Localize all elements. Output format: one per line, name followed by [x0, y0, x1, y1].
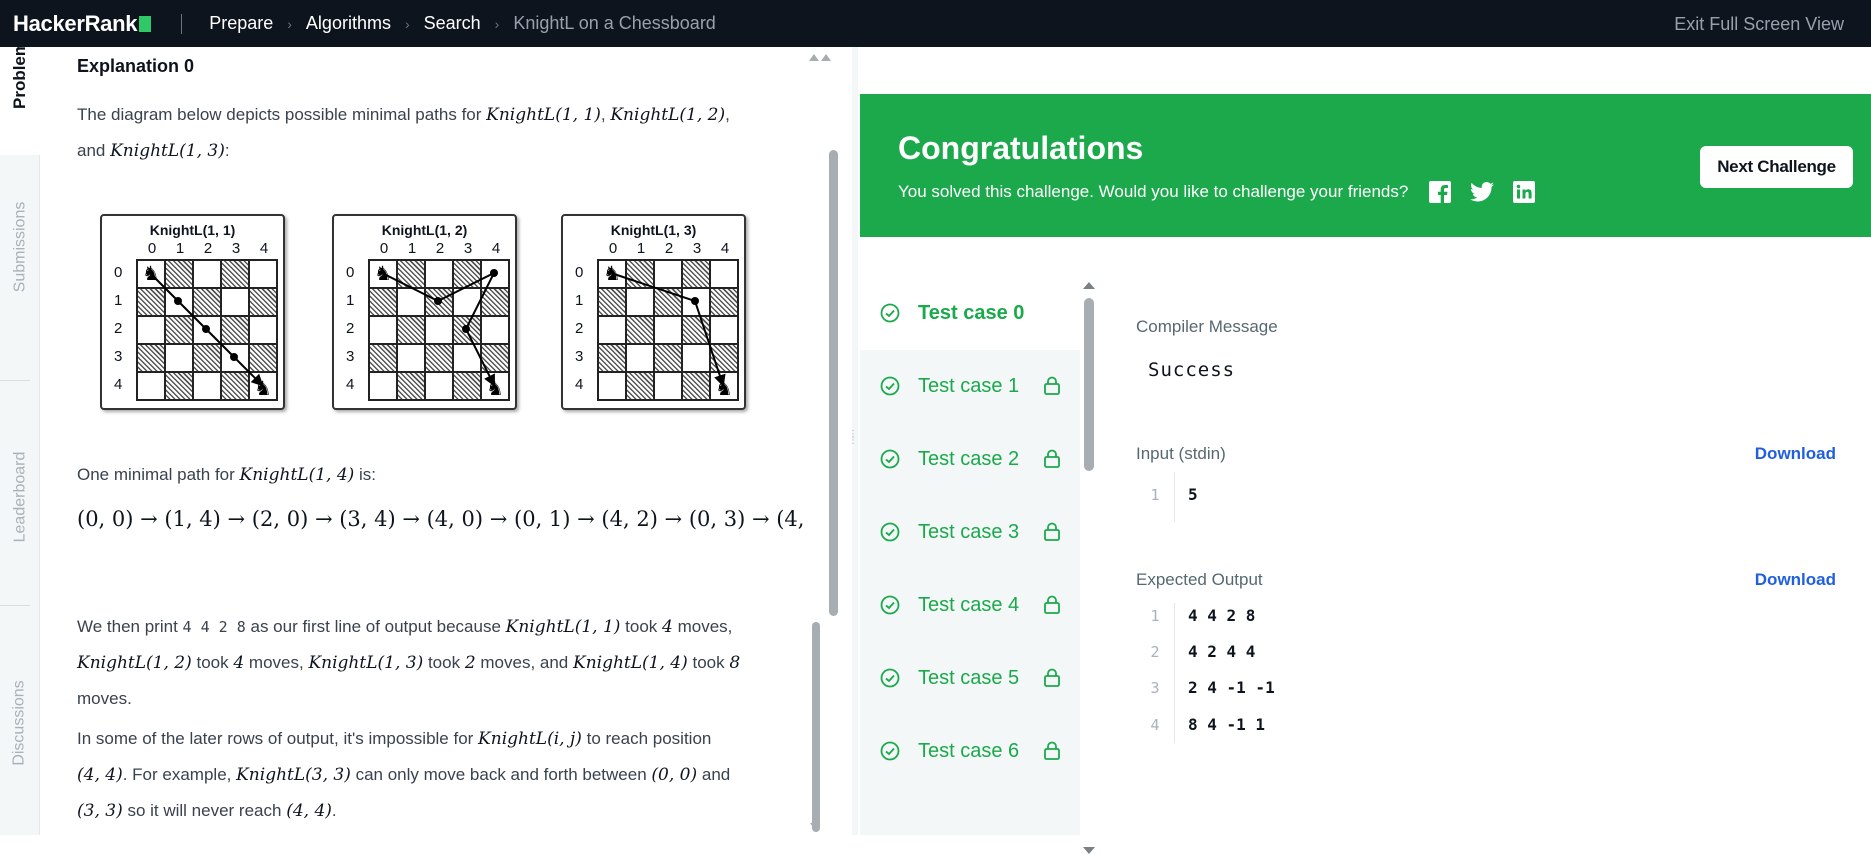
divider: [0, 380, 30, 381]
svg-text:♞: ♞: [603, 263, 621, 285]
line-number: 1: [1150, 486, 1160, 504]
paragraph-impossible-cases: In some of the later rows of output, it'…: [77, 729, 731, 821]
input-line: 5: [1188, 485, 1198, 504]
test-case-item[interactable]: Test case 5: [860, 642, 1080, 715]
output-line: 4 4 2 8: [1188, 606, 1256, 625]
expected-output-code-block: 1 4 4 2 8 2 4 2 4 4 3 2 4 -1 -1 4 8 4 -1…: [1136, 603, 1836, 743]
side-tabs: Problem Submissions Leaderboard Discussi…: [0, 41, 40, 835]
tab-leaderboard[interactable]: Leaderboard: [0, 417, 40, 577]
test-case-scrollbar[interactable]: [1080, 280, 1100, 854]
breadcrumb-algorithms[interactable]: Algorithms: [306, 13, 391, 34]
test-case-item[interactable]: Test case 0: [860, 277, 1080, 350]
chevron-right-icon: ›: [494, 15, 500, 32]
svg-text:♞: ♞: [374, 263, 392, 285]
breadcrumb-current: KnightL on a Chessboard: [513, 13, 716, 33]
check-circle-icon: [880, 522, 900, 542]
test-case-item[interactable]: Test case 3: [860, 496, 1080, 569]
breadcrumb-prepare[interactable]: Prepare: [209, 13, 273, 34]
test-case-item[interactable]: Test case 2: [860, 423, 1080, 496]
check-circle-icon: [880, 449, 900, 469]
svg-text:♞: ♞: [254, 378, 272, 400]
lock-icon: [1044, 376, 1060, 395]
line-number: 1: [1150, 607, 1160, 625]
congrats-banner: Congratulations You solved this challeng…: [860, 94, 1871, 237]
svg-text:♞: ♞: [486, 378, 504, 400]
input-label: Input (stdin): [1136, 444, 1226, 463]
compiler-message-value: Success: [1148, 359, 1236, 381]
divider: [0, 605, 30, 606]
svg-text:♞: ♞: [715, 378, 733, 400]
svg-text:♞: ♞: [142, 263, 160, 285]
line-number: 4: [1150, 716, 1160, 734]
scrollbar-thumb[interactable]: [812, 622, 820, 832]
line-number: 2: [1150, 643, 1160, 661]
linkedin-icon[interactable]: [1512, 180, 1536, 204]
lock-icon: [1044, 595, 1060, 614]
congrats-message: You solved this challenge. Would you lik…: [898, 182, 1409, 201]
check-circle-icon: [880, 376, 900, 396]
output-line: 8 4 -1 1: [1188, 715, 1266, 734]
test-case-label: Test case 3: [918, 521, 1020, 543]
lock-icon: [1044, 741, 1060, 760]
next-challenge-button[interactable]: Next Challenge: [1700, 146, 1853, 188]
hackerrank-logo[interactable]: HackerRank: [13, 11, 152, 37]
download-input-link[interactable]: Download: [1755, 444, 1836, 464]
check-circle-icon: [880, 303, 900, 323]
chevron-right-icon: ›: [287, 15, 292, 32]
test-case-item[interactable]: Test case 6: [860, 715, 1080, 788]
test-case-label: Test case 5: [918, 667, 1020, 689]
compiler-message-label: Compiler Message: [1136, 317, 1278, 336]
breadcrumb-search[interactable]: Search: [424, 13, 481, 34]
paragraph-output-explanation: We then print 4 4 2 8 as our first line …: [77, 617, 741, 708]
input-code-block: 1 5: [1136, 472, 1836, 522]
test-case-label: Test case 2: [918, 448, 1020, 470]
facebook-icon[interactable]: [1428, 180, 1452, 204]
line-number: 3: [1150, 679, 1160, 697]
expected-output-label: Expected Output: [1136, 570, 1263, 589]
download-expected-link[interactable]: Download: [1755, 570, 1836, 590]
chessboard-diagram: KnightL(1, 3) 01234 01234 ♞ ♞: [561, 214, 746, 410]
tab-discussions[interactable]: Discussions: [0, 643, 40, 803]
divider: [181, 13, 183, 34]
chessboard-diagram: KnightL(1, 1) 01234 01234 ♞ ♞: [100, 214, 285, 410]
scroll-up-icon[interactable]: [1082, 280, 1096, 290]
chevron-right-icon: ›: [404, 15, 410, 32]
scroll-down-icon[interactable]: [1082, 845, 1096, 855]
knight-diagrams: KnightL(1, 1) 01234 01234 ♞ ♞ KnightL(1,…: [100, 214, 750, 412]
test-case-item[interactable]: Test case 4: [860, 569, 1080, 642]
problem-pane: Explanation 0 The diagram below depicts …: [40, 47, 810, 835]
drag-handle-icon[interactable]: ⋮⋮⋮⋮: [848, 430, 868, 468]
explanation-heading: Explanation 0: [77, 56, 195, 76]
output-line: 2 4 -1 -1: [1188, 678, 1275, 697]
exit-full-screen-link[interactable]: Exit Full Screen View: [1674, 14, 1844, 35]
twitter-icon[interactable]: [1470, 180, 1494, 204]
test-case-label: Test case 6: [918, 740, 1020, 762]
scrollbar-thumb[interactable]: [1084, 298, 1094, 471]
scroll-down-icon[interactable]: [809, 821, 821, 831]
paragraph-diagram-intro: The diagram below depicts possible minim…: [77, 105, 730, 161]
check-circle-icon: [880, 595, 900, 615]
check-circle-icon: [880, 741, 900, 761]
results-pane: Congratulations You solved this challeng…: [858, 47, 1871, 854]
test-case-label: Test case 0: [918, 302, 1025, 324]
tab-submissions[interactable]: Submissions: [0, 177, 40, 317]
top-bar: HackerRank Prepare › Algorithms › Search…: [0, 0, 1871, 47]
lock-icon: [1044, 668, 1060, 687]
congrats-title: Congratulations: [898, 130, 1144, 166]
test-case-item[interactable]: Test case 1: [860, 350, 1080, 423]
lock-icon: [1044, 522, 1060, 541]
test-case-label: Test case 4: [918, 594, 1020, 616]
collapse-arrows-icon[interactable]: [807, 52, 831, 62]
chessboard-diagram: KnightL(1, 2) 01234 01234 ♞ ♞: [332, 214, 517, 410]
paragraph-minimal-path: One minimal path for KnightL(1, 4) is:: [77, 465, 377, 485]
path-formula: (0, 0) → (1, 4) → (2, 0) → (3, 4) → (4, …: [77, 507, 810, 531]
check-circle-icon: [880, 668, 900, 688]
test-case-label: Test case 1: [918, 375, 1020, 397]
tab-problem[interactable]: Problem: [0, 41, 40, 109]
output-line: 4 2 4 4: [1188, 642, 1256, 661]
scrollbar-thumb[interactable]: [829, 150, 838, 616]
lock-icon: [1044, 449, 1060, 468]
problem-scrollbar[interactable]: [809, 52, 838, 835]
test-case-list: Test case 0 Test case 1 Test case 2 Test…: [860, 277, 1080, 835]
